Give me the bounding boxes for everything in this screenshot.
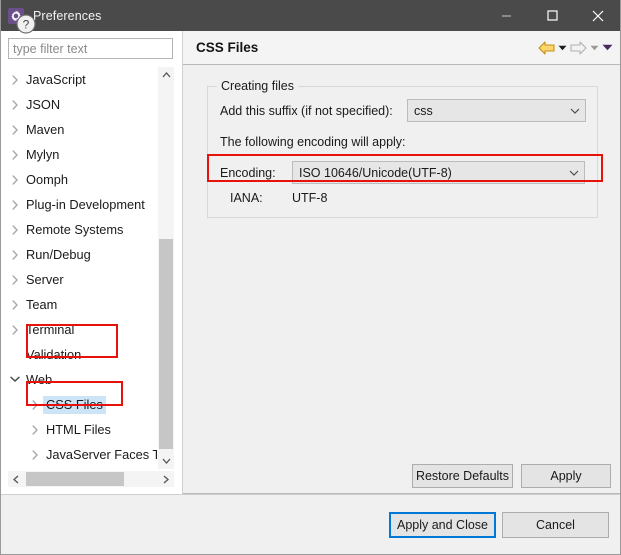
tree-horizontal-scrollbar[interactable] — [8, 471, 174, 487]
sidebar-item-validation[interactable]: Validation — [1, 342, 157, 367]
chevron-right-icon[interactable] — [7, 274, 23, 285]
sidebar-item-label: Web — [26, 371, 53, 387]
apply-button[interactable]: Apply — [521, 464, 611, 488]
sidebar-item-jsp-files[interactable]: JSP Files — [1, 467, 157, 469]
chevron-right-icon[interactable] — [7, 149, 23, 160]
iana-label: IANA: — [230, 191, 263, 205]
chevron-right-icon[interactable] — [7, 324, 23, 335]
sidebar-item-label: JSON — [26, 96, 61, 112]
preference-page: CSS Files Creating files Add this suffix… — [182, 31, 621, 494]
close-button[interactable] — [575, 0, 621, 31]
back-arrow-icon[interactable] — [538, 37, 555, 59]
sidebar-item-label: Mylyn — [26, 146, 60, 162]
tree-vscroll-thumb[interactable] — [159, 239, 173, 449]
sidebar-item-label: Terminal — [26, 321, 75, 337]
suffix-combo[interactable]: css — [407, 99, 586, 122]
chevron-right-icon[interactable] — [7, 74, 23, 85]
sidebar-item-web[interactable]: Web — [1, 367, 157, 392]
sidebar-item-json[interactable]: JSON — [1, 92, 157, 117]
sidebar-item-plug-in-development[interactable]: Plug-in Development — [1, 192, 157, 217]
scroll-up-icon[interactable] — [158, 67, 174, 83]
sidebar-item-label: HTML Files — [46, 421, 111, 437]
cancel-button[interactable]: Cancel — [502, 512, 609, 538]
preferences-tree[interactable]: JavaScript JSON Maven Mylyn Oomph Plug-in Dev… — [1, 67, 157, 469]
maximize-button[interactable] — [529, 0, 575, 31]
forward-dropdown-icon[interactable] — [590, 37, 599, 59]
sidebar-item-maven[interactable]: Maven — [1, 117, 157, 142]
chevron-right-icon[interactable] — [7, 174, 23, 185]
sidebar-item-team[interactable]: Team — [1, 292, 157, 317]
tree-vertical-scrollbar[interactable] — [158, 67, 174, 469]
chevron-right-icon[interactable] — [7, 299, 23, 310]
preferences-dialog: Preferences JavaScript JSON Maven Mylyn Oomp… — [0, 0, 621, 555]
restore-defaults-button[interactable]: Restore Defaults — [412, 464, 513, 488]
sidebar-item-label: JavaServer Faces T — [46, 446, 157, 462]
sidebar-item-label: JavaScript — [26, 71, 86, 87]
encoding-label: Encoding: — [220, 166, 276, 180]
sidebar-item-oomph[interactable]: Oomph — [1, 167, 157, 192]
sidebar-item-label: Validation — [26, 346, 82, 362]
sidebar-item-label: Plug-in Development — [26, 196, 145, 212]
chevron-down-icon — [565, 108, 585, 114]
filter-field-wrapper — [8, 38, 173, 59]
sidebar-item-label: Maven — [26, 121, 65, 137]
chevron-right-icon[interactable] — [7, 224, 23, 235]
chevron-right-icon[interactable] — [27, 449, 43, 460]
window-title: Preferences — [33, 8, 102, 23]
view-menu-icon[interactable] — [602, 37, 613, 59]
minimize-button[interactable] — [483, 0, 529, 31]
forward-arrow-icon[interactable] — [570, 37, 587, 59]
title-bar: Preferences — [0, 0, 621, 31]
sidebar-item-server[interactable]: Server — [1, 267, 157, 292]
sidebar-item-remote-systems[interactable]: Remote Systems — [1, 217, 157, 242]
chevron-down-icon — [564, 170, 584, 176]
iana-value: UTF-8 — [292, 191, 328, 205]
encoding-note: The following encoding will apply: — [220, 135, 406, 149]
encoding-combo-value: ISO 10646/Unicode(UTF-8) — [299, 165, 452, 180]
sidebar-item-terminal[interactable]: Terminal — [1, 317, 157, 342]
page-nav-icons — [538, 37, 613, 59]
group-legend: Creating files — [217, 79, 298, 93]
sidebar-item-label: Run/Debug — [26, 246, 91, 262]
apply-and-close-button[interactable]: Apply and Close — [389, 512, 496, 538]
chevron-right-icon[interactable] — [7, 124, 23, 135]
sidebar-item-label: Team — [26, 296, 58, 312]
page-title: CSS Files — [196, 40, 259, 55]
sidebar-item-label: Remote Systems — [26, 221, 124, 237]
suffix-label: Add this suffix (if not specified): — [220, 104, 393, 118]
creating-files-group: Creating files Add this suffix (if not s… — [207, 79, 598, 218]
sidebar-item-javaserver-faces-t[interactable]: JavaServer Faces T — [1, 442, 157, 467]
scroll-down-icon[interactable] — [158, 453, 174, 469]
sidebar-item-javascript[interactable]: JavaScript — [1, 67, 157, 92]
help-icon[interactable]: ? — [15, 13, 37, 35]
scroll-left-icon[interactable] — [8, 471, 24, 487]
scroll-right-icon[interactable] — [158, 471, 174, 487]
sidebar-item-label: CSS Files — [43, 395, 106, 414]
sidebar-item-run-debug[interactable]: Run/Debug — [1, 242, 157, 267]
chevron-right-icon[interactable] — [27, 424, 43, 435]
suffix-combo-value: css — [414, 103, 433, 118]
sidebar-item-mylyn[interactable]: Mylyn — [1, 142, 157, 167]
chevron-right-icon[interactable] — [7, 99, 23, 110]
chevron-down-icon[interactable] — [7, 376, 23, 383]
encoding-combo[interactable]: ISO 10646/Unicode(UTF-8) — [292, 161, 585, 184]
tree-hscroll-thumb[interactable] — [26, 472, 124, 486]
chevron-right-icon[interactable] — [7, 249, 23, 260]
page-header: CSS Files — [183, 31, 621, 65]
svg-text:?: ? — [23, 18, 30, 32]
sidebar-item-label: Server — [26, 271, 64, 287]
back-dropdown-icon[interactable] — [558, 37, 567, 59]
search-input[interactable] — [8, 38, 173, 59]
chevron-right-icon[interactable] — [7, 199, 23, 210]
sidebar-item-css-files[interactable]: CSS Files — [1, 392, 157, 417]
navigation-panel: JavaScript JSON Maven Mylyn Oomph Plug-in Dev… — [0, 31, 182, 494]
sidebar-item-html-files[interactable]: HTML Files — [1, 417, 157, 442]
window-controls — [483, 0, 621, 31]
chevron-right-icon[interactable] — [27, 399, 43, 410]
sidebar-item-label: Oomph — [26, 171, 68, 187]
